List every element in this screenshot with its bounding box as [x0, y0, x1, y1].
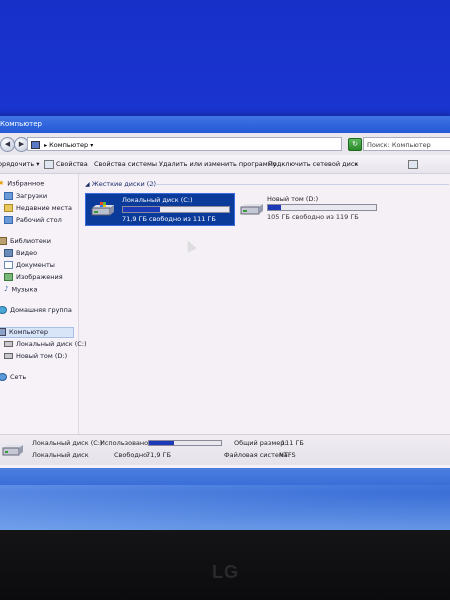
system-properties-button[interactable]: Свойства системы: [94, 155, 157, 173]
hard-drive-icon: [2, 445, 23, 456]
drive-c-free-text: 71,9 ГБ свободно из 111 ГБ: [122, 215, 216, 223]
breadcrumb-arrow-icon: ▸: [44, 142, 48, 149]
documents-icon: [4, 261, 13, 269]
drive-tile-c[interactable]: Локальный диск (C:) 71,9 ГБ свободно из …: [85, 193, 235, 226]
command-toolbar: орядочить ▾ Свойства Свойства системы Уд…: [0, 155, 450, 174]
nav-recent-places[interactable]: Недавние места: [4, 204, 72, 213]
refresh-button[interactable]: ↻: [348, 138, 362, 151]
nav-drive-d[interactable]: Новый том (D:): [4, 352, 67, 361]
hard-drive-icon: [240, 204, 263, 215]
monitor-bezel: LG: [0, 530, 450, 600]
images-icon: [4, 273, 13, 281]
drive-d-usage-bar: [267, 204, 377, 211]
video-icon: [4, 249, 13, 257]
nav-computer[interactable]: Компьютер: [0, 327, 74, 338]
drive-icon: [4, 341, 13, 347]
downloads-folder-icon: [4, 192, 13, 200]
details-total-value: 111 ГБ: [281, 439, 304, 447]
details-drive-type: Локальный диск: [32, 451, 89, 459]
drive-d-usage-fill: [268, 205, 281, 210]
computer-icon: [31, 141, 40, 149]
homegroup-icon: [0, 306, 7, 314]
drive-d-free-text: 105 ГБ свободно из 119 ГБ: [267, 213, 359, 221]
details-usage-bar: [148, 440, 222, 446]
network-icon: [0, 373, 7, 381]
nav-favorites[interactable]: ★ Избранное: [0, 179, 44, 188]
address-bar-row: ◀ ▶ ▸ Компьютер ▾ ↻ Поиск: Компьютер: [0, 133, 450, 156]
back-icon[interactable]: ◀: [0, 137, 15, 152]
monitor-brand-logo: LG: [212, 562, 239, 582]
window-titlebar[interactable]: Компьютер: [0, 116, 450, 133]
map-network-drive-button[interactable]: Подключить сетевой диск: [268, 155, 358, 173]
collapse-arrow-icon[interactable]: ◢: [85, 181, 90, 188]
computer-icon: [0, 328, 6, 336]
nav-desktop[interactable]: Рабочий стол: [4, 216, 62, 225]
content-pane: ◢ Жесткие диски (2) Локальный диск (C:): [79, 174, 450, 434]
address-input[interactable]: ▸ Компьютер ▾: [27, 137, 342, 151]
drive-c-name: Локальный диск (C:): [122, 196, 193, 204]
drive-c-usage-bar: [122, 206, 230, 213]
drive-tile-d[interactable]: Новый том (D:) 105 ГБ свободно из 119 ГБ: [237, 193, 387, 224]
view-options-icon[interactable]: [408, 160, 418, 169]
uninstall-program-button[interactable]: Удалить или изменить программу: [159, 155, 276, 173]
nav-images[interactable]: Изображения: [4, 273, 63, 282]
details-free-value: 71,9 ГБ: [146, 451, 171, 459]
details-pane: Локальный диск (C:) Использовано: Общий …: [0, 434, 450, 465]
nav-drive-c[interactable]: Локальный диск (C:): [4, 340, 87, 349]
window-title: Компьютер: [0, 120, 42, 128]
breadcrumb-computer[interactable]: Компьютер: [49, 141, 88, 149]
hard-drive-windows-icon: [91, 202, 114, 216]
drive-c-usage-fill: [123, 207, 161, 212]
taskbar-glow: [0, 485, 450, 530]
details-free-label: Свободно:: [114, 451, 150, 459]
group-divider: [149, 184, 449, 185]
recent-places-icon: [4, 204, 13, 212]
nav-network[interactable]: Сеть: [0, 373, 26, 382]
breadcrumb-dropdown-icon[interactable]: ▾: [90, 142, 93, 149]
details-fs-value: NTFS: [279, 451, 296, 459]
organize-button[interactable]: орядочить ▾: [0, 155, 40, 173]
explorer-window: Компьютер ◀ ▶ ▸ Компьютер ▾ ↻ Поиск: Ком…: [0, 116, 450, 516]
properties-icon: [44, 160, 54, 169]
music-icon: ♪: [4, 285, 9, 293]
nav-homegroup[interactable]: Домашняя группа: [0, 306, 72, 315]
libraries-icon: [0, 237, 7, 245]
details-total-label: Общий размер:: [234, 439, 287, 447]
group-header-hard-disks[interactable]: ◢ Жесткие диски (2): [85, 180, 156, 188]
nav-libraries[interactable]: Библиотеки: [0, 237, 51, 246]
more-commands-button[interactable]: »: [354, 155, 358, 173]
nav-music[interactable]: ♪ Музыка: [4, 285, 37, 294]
nav-downloads[interactable]: Загрузки: [4, 192, 47, 201]
nav-documents[interactable]: Документы: [4, 261, 55, 270]
drive-icon: [4, 353, 13, 359]
desktop-icon: [4, 216, 13, 224]
details-drive-name: Локальный диск (C:): [32, 439, 103, 447]
details-usage-fill: [149, 441, 175, 445]
star-icon: ★: [0, 179, 5, 187]
drive-d-name: Новый том (D:): [267, 195, 319, 203]
properties-button[interactable]: Свойства: [56, 155, 88, 173]
search-input[interactable]: Поиск: Компьютер: [363, 137, 450, 151]
nav-video[interactable]: Видео: [4, 249, 37, 258]
navigation-pane: ★ Избранное Загрузки Недавние места Рабоч…: [0, 174, 87, 434]
details-used-label: Использовано:: [100, 439, 151, 447]
desktop-screen: Компьютер ◀ ▶ ▸ Компьютер ▾ ↻ Поиск: Ком…: [0, 0, 450, 552]
